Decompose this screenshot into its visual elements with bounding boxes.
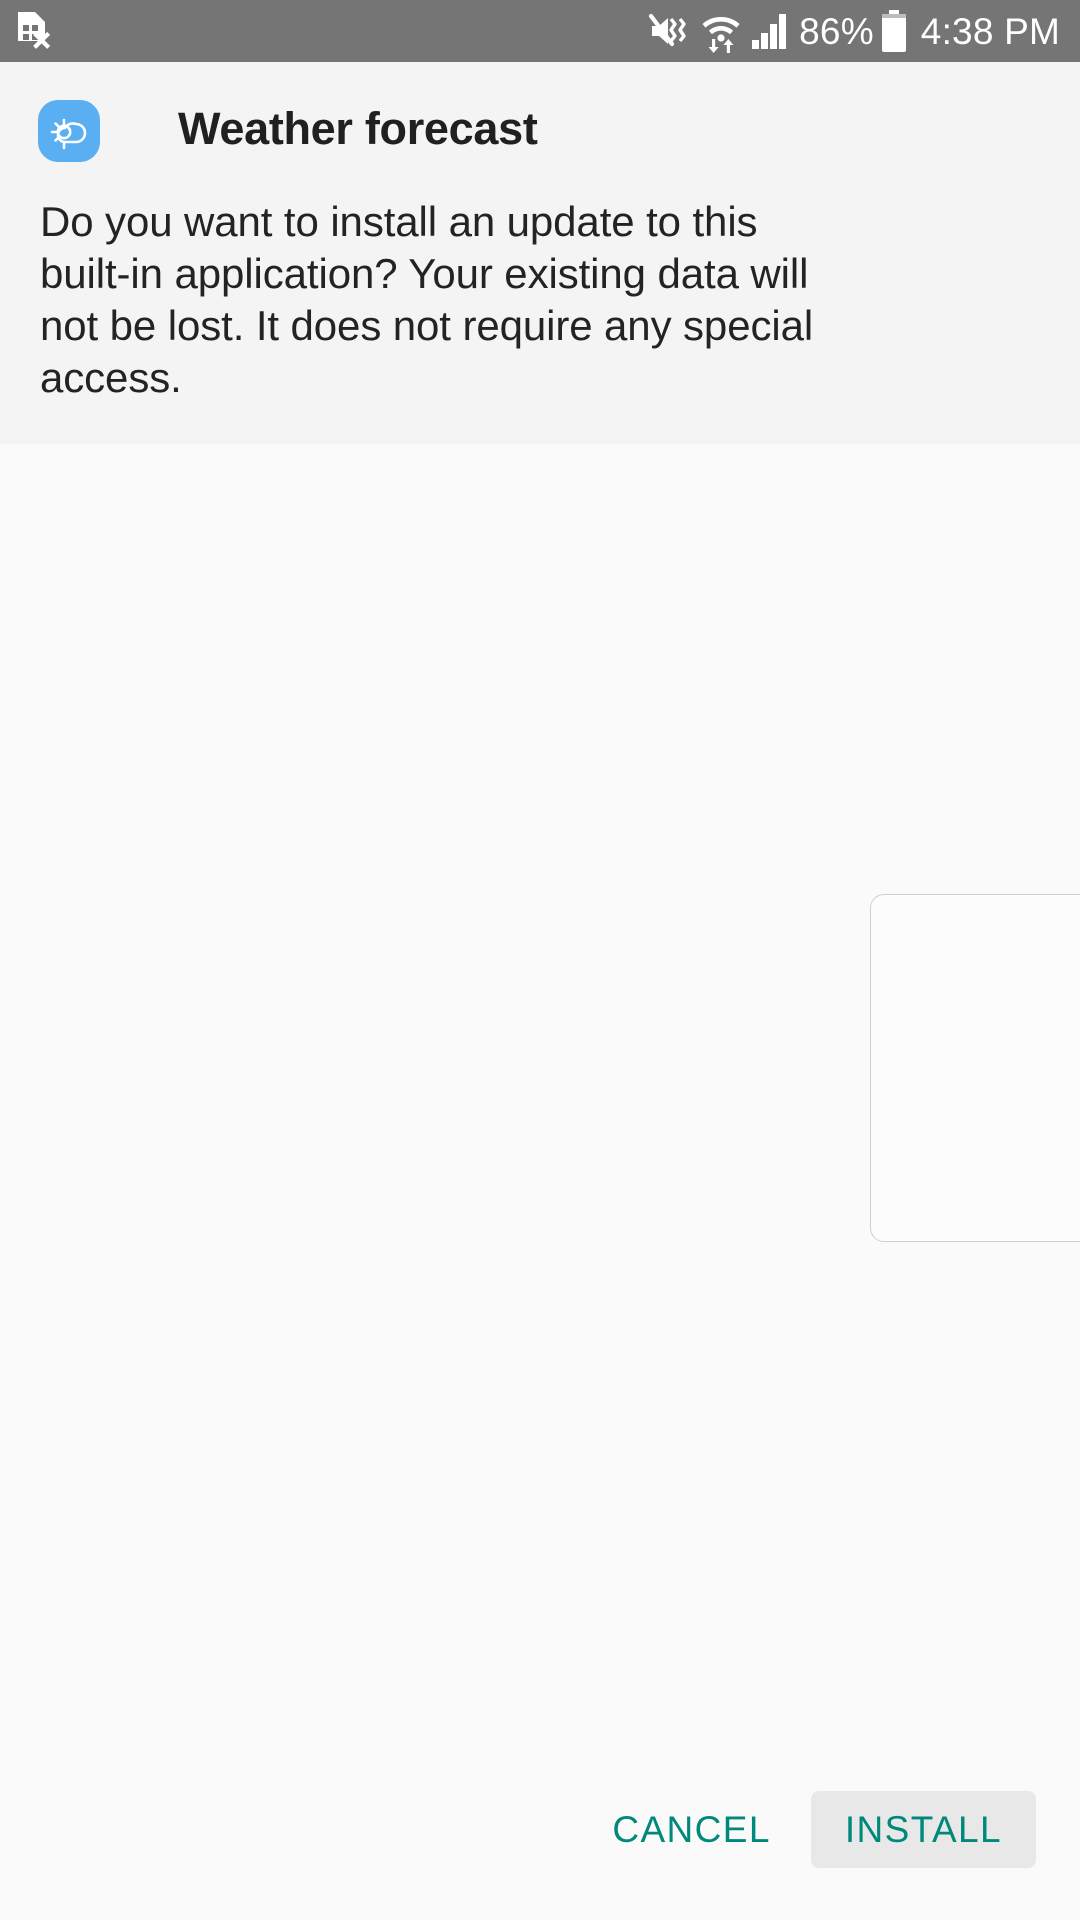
status-bar-clock: 4:38 PM bbox=[920, 10, 1060, 52]
dialog-title-row: Weather forecast bbox=[0, 100, 1080, 182]
weather-app-icon bbox=[38, 100, 100, 162]
dialog-message: Do you want to install an update to this… bbox=[40, 198, 814, 401]
status-bar-left-icons bbox=[14, 9, 52, 53]
status-bar-right-cluster: 86% 4:38 PM bbox=[648, 9, 1064, 53]
status-bar: 86% 4:38 PM bbox=[0, 0, 1080, 62]
scroll-content-card-edge bbox=[870, 894, 1080, 1242]
cellular-signal-icon bbox=[750, 11, 790, 51]
cancel-button[interactable]: CANCEL bbox=[582, 1791, 801, 1868]
dialog-scroll-body[interactable] bbox=[0, 444, 1080, 1776]
page-title: Weather forecast bbox=[178, 103, 538, 154]
battery-percentage-label: 86% bbox=[799, 10, 874, 52]
volume-mute-vibrate-icon bbox=[648, 11, 692, 51]
dialog-button-bar: CANCEL INSTALL bbox=[0, 1776, 1080, 1920]
dialog-header: Weather forecast Do you want to install … bbox=[0, 62, 1080, 444]
install-button[interactable]: INSTALL bbox=[810, 1790, 1036, 1868]
sim-card-error-icon bbox=[14, 9, 52, 53]
wifi-data-transfer-icon bbox=[701, 9, 741, 53]
battery-icon bbox=[881, 10, 907, 52]
android-install-update-dialog-screen: 86% 4:38 PM Weather forecast Do you want… bbox=[0, 0, 1080, 1920]
